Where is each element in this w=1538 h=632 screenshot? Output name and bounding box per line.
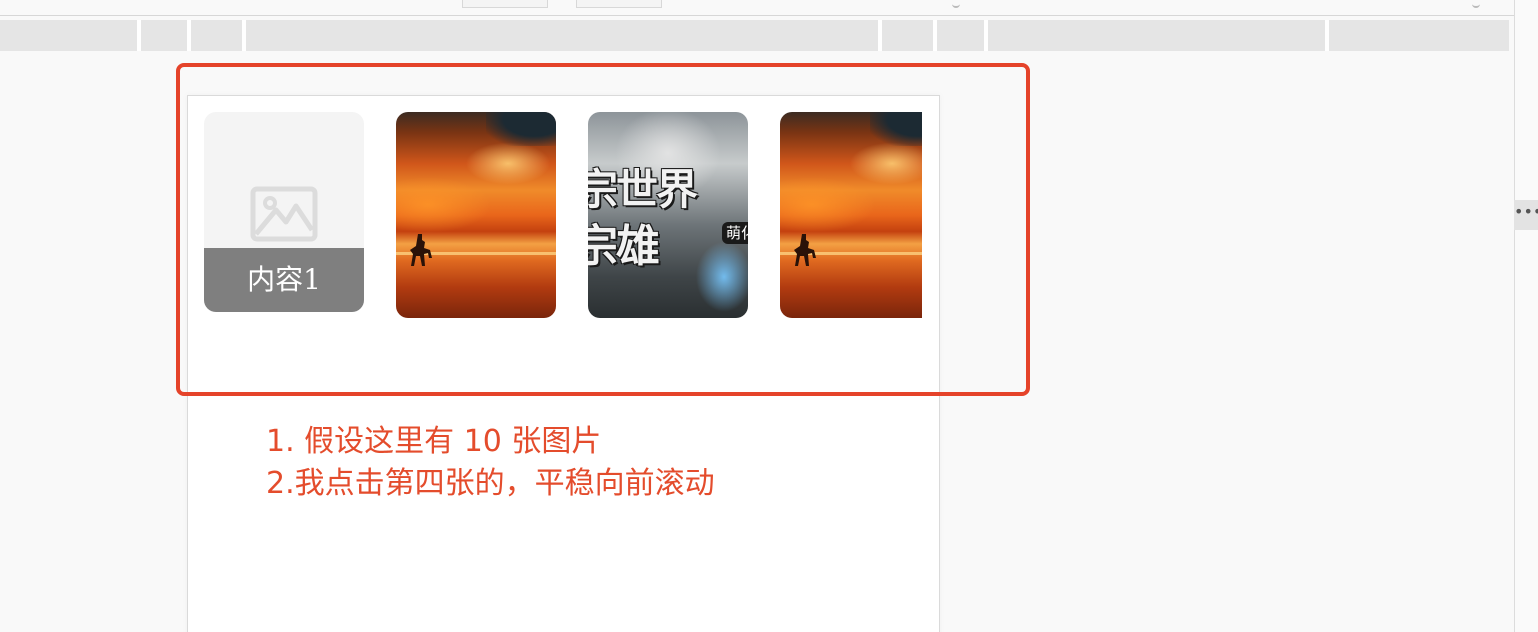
column-divider[interactable]	[187, 20, 191, 51]
column-divider[interactable]	[137, 20, 141, 51]
column-header-strip	[0, 20, 1509, 51]
annotation-line-1: 1. 假设这里有 10 张图片	[266, 424, 602, 459]
annotation-line-2: 2.我点击第四张的，平稳向前滚动	[266, 466, 715, 501]
toolbar-button-2[interactable]	[576, 0, 662, 8]
column-divider[interactable]	[984, 20, 988, 51]
column-divider[interactable]	[1325, 20, 1329, 51]
column-divider[interactable]	[933, 20, 937, 51]
vertical-scrollbar[interactable]	[1514, 0, 1538, 632]
highlight-box	[176, 63, 1030, 396]
column-divider[interactable]	[878, 20, 882, 51]
column-divider[interactable]	[242, 20, 246, 51]
top-toolbar	[0, 0, 1514, 16]
more-options-icon[interactable]: •••	[1514, 200, 1538, 230]
toolbar-indicator-icon	[1472, 0, 1480, 8]
page: ••• 内容1 宗世界 宗雄 萌化	[0, 0, 1538, 632]
toolbar-indicator-icon	[952, 0, 960, 8]
toolbar-button-1[interactable]	[462, 0, 548, 8]
